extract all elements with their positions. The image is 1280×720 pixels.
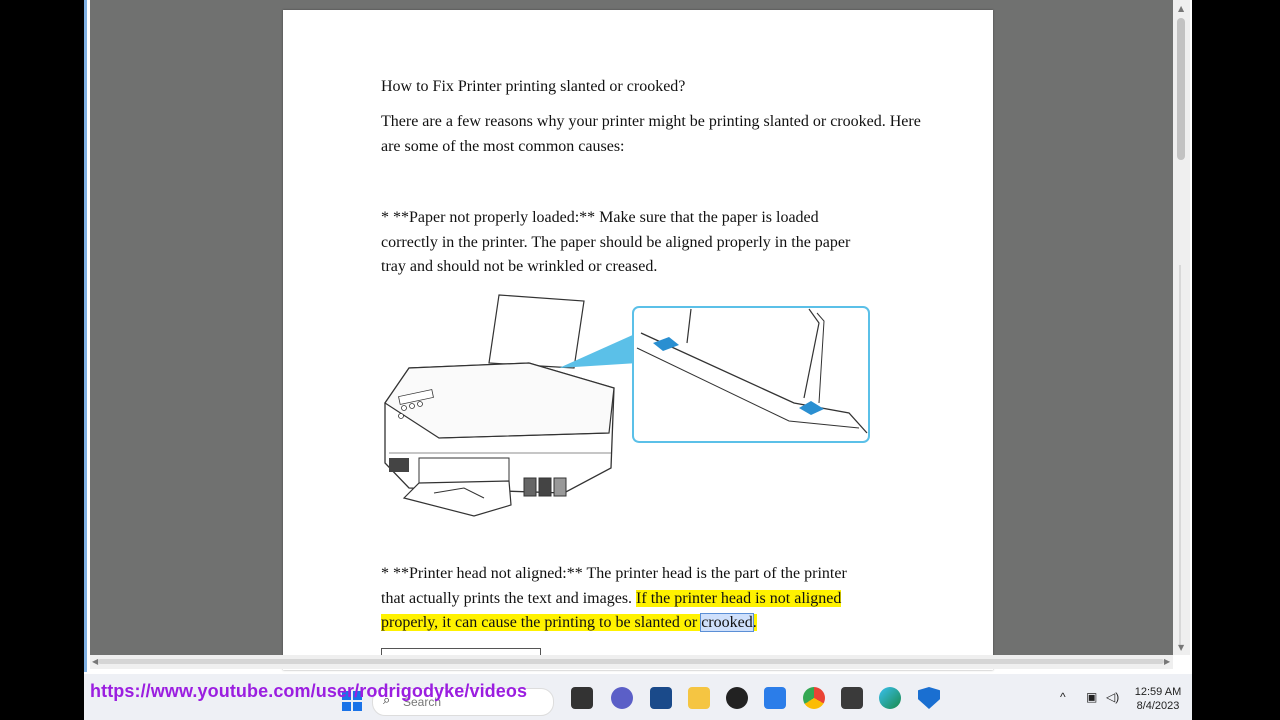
hscroll-thumb[interactable] bbox=[98, 659, 1164, 664]
clock-date: 8/4/2023 bbox=[1136, 700, 1180, 712]
horizontal-scrollbar[interactable]: ◀ ▶ bbox=[90, 655, 1173, 669]
highlighted-text: If the printer head is not aligned bbox=[636, 589, 842, 607]
window-border bbox=[84, 0, 87, 672]
scrollbar-thumb[interactable] bbox=[1177, 18, 1185, 160]
cause2-line2-plain: that actually prints the text and images… bbox=[381, 589, 637, 607]
chrome-icon[interactable] bbox=[803, 687, 825, 709]
selected-word[interactable]: crooked bbox=[700, 613, 754, 632]
channel-url-overlay: https://www.youtube.com/user/rodrigodyke… bbox=[90, 681, 528, 701]
document-title: How to Fix Printer printing slanted or c… bbox=[381, 78, 686, 95]
highlighted-period: . bbox=[752, 614, 757, 631]
cause2-paragraph: * **Printer head not aligned:** The prin… bbox=[381, 562, 941, 636]
printer-paper-illustration bbox=[384, 294, 870, 517]
cause2-line3: properly, it can cause the printing to b… bbox=[381, 611, 941, 636]
pdf-viewer-window: How to Fix Printer printing slanted or c… bbox=[84, 0, 1192, 720]
volume-icon[interactable]: ◁) bbox=[1106, 690, 1119, 704]
cause1-paragraph: * **Paper not properly loaded:** Make su… bbox=[381, 206, 941, 280]
chat-icon[interactable] bbox=[611, 687, 633, 709]
file-explorer-icon[interactable] bbox=[688, 687, 710, 709]
scroll-down-arrow-icon[interactable]: ▼ bbox=[1178, 643, 1184, 652]
network-icon[interactable]: ▣ bbox=[1086, 690, 1097, 704]
taskbar-clock[interactable]: 12:59 AM 8/4/2023 bbox=[1134, 686, 1182, 712]
vertical-scrollbar[interactable]: ▲ ▼ bbox=[1173, 0, 1190, 655]
media-player-icon[interactable] bbox=[726, 687, 748, 709]
highlighted-text: properly, it can cause the printing to b… bbox=[381, 614, 702, 631]
cause1-line2: correctly in the printer. The paper shou… bbox=[381, 233, 851, 251]
scroll-up-arrow-icon[interactable]: ▲ bbox=[1178, 4, 1184, 13]
app-icon[interactable] bbox=[764, 687, 786, 709]
intro-paragraph: There are a few reasons why your printer… bbox=[381, 113, 921, 155]
cause2-line2: that actually prints the text and images… bbox=[381, 587, 941, 612]
task-view-icon[interactable] bbox=[571, 687, 593, 709]
document-page: How to Fix Printer printing slanted or c… bbox=[283, 10, 993, 670]
chevron-up-icon[interactable]: ^ bbox=[1060, 690, 1066, 704]
edge-icon[interactable] bbox=[879, 687, 901, 709]
clock-time: 12:59 AM bbox=[1134, 686, 1182, 698]
scrollbar-track bbox=[1179, 265, 1181, 645]
document-viewport[interactable]: How to Fix Printer printing slanted or c… bbox=[90, 0, 1173, 670]
cause2-line1: * **Printer head not aligned:** The prin… bbox=[381, 565, 847, 582]
store-icon[interactable] bbox=[650, 687, 672, 709]
minecraft-icon[interactable] bbox=[841, 687, 863, 709]
scroll-right-arrow-icon[interactable]: ▶ bbox=[1164, 657, 1170, 666]
cause1-line1: * **Paper not properly loaded:** Make su… bbox=[381, 209, 819, 226]
cause1-line3: tray and should not be wrinkled or creas… bbox=[381, 258, 658, 275]
